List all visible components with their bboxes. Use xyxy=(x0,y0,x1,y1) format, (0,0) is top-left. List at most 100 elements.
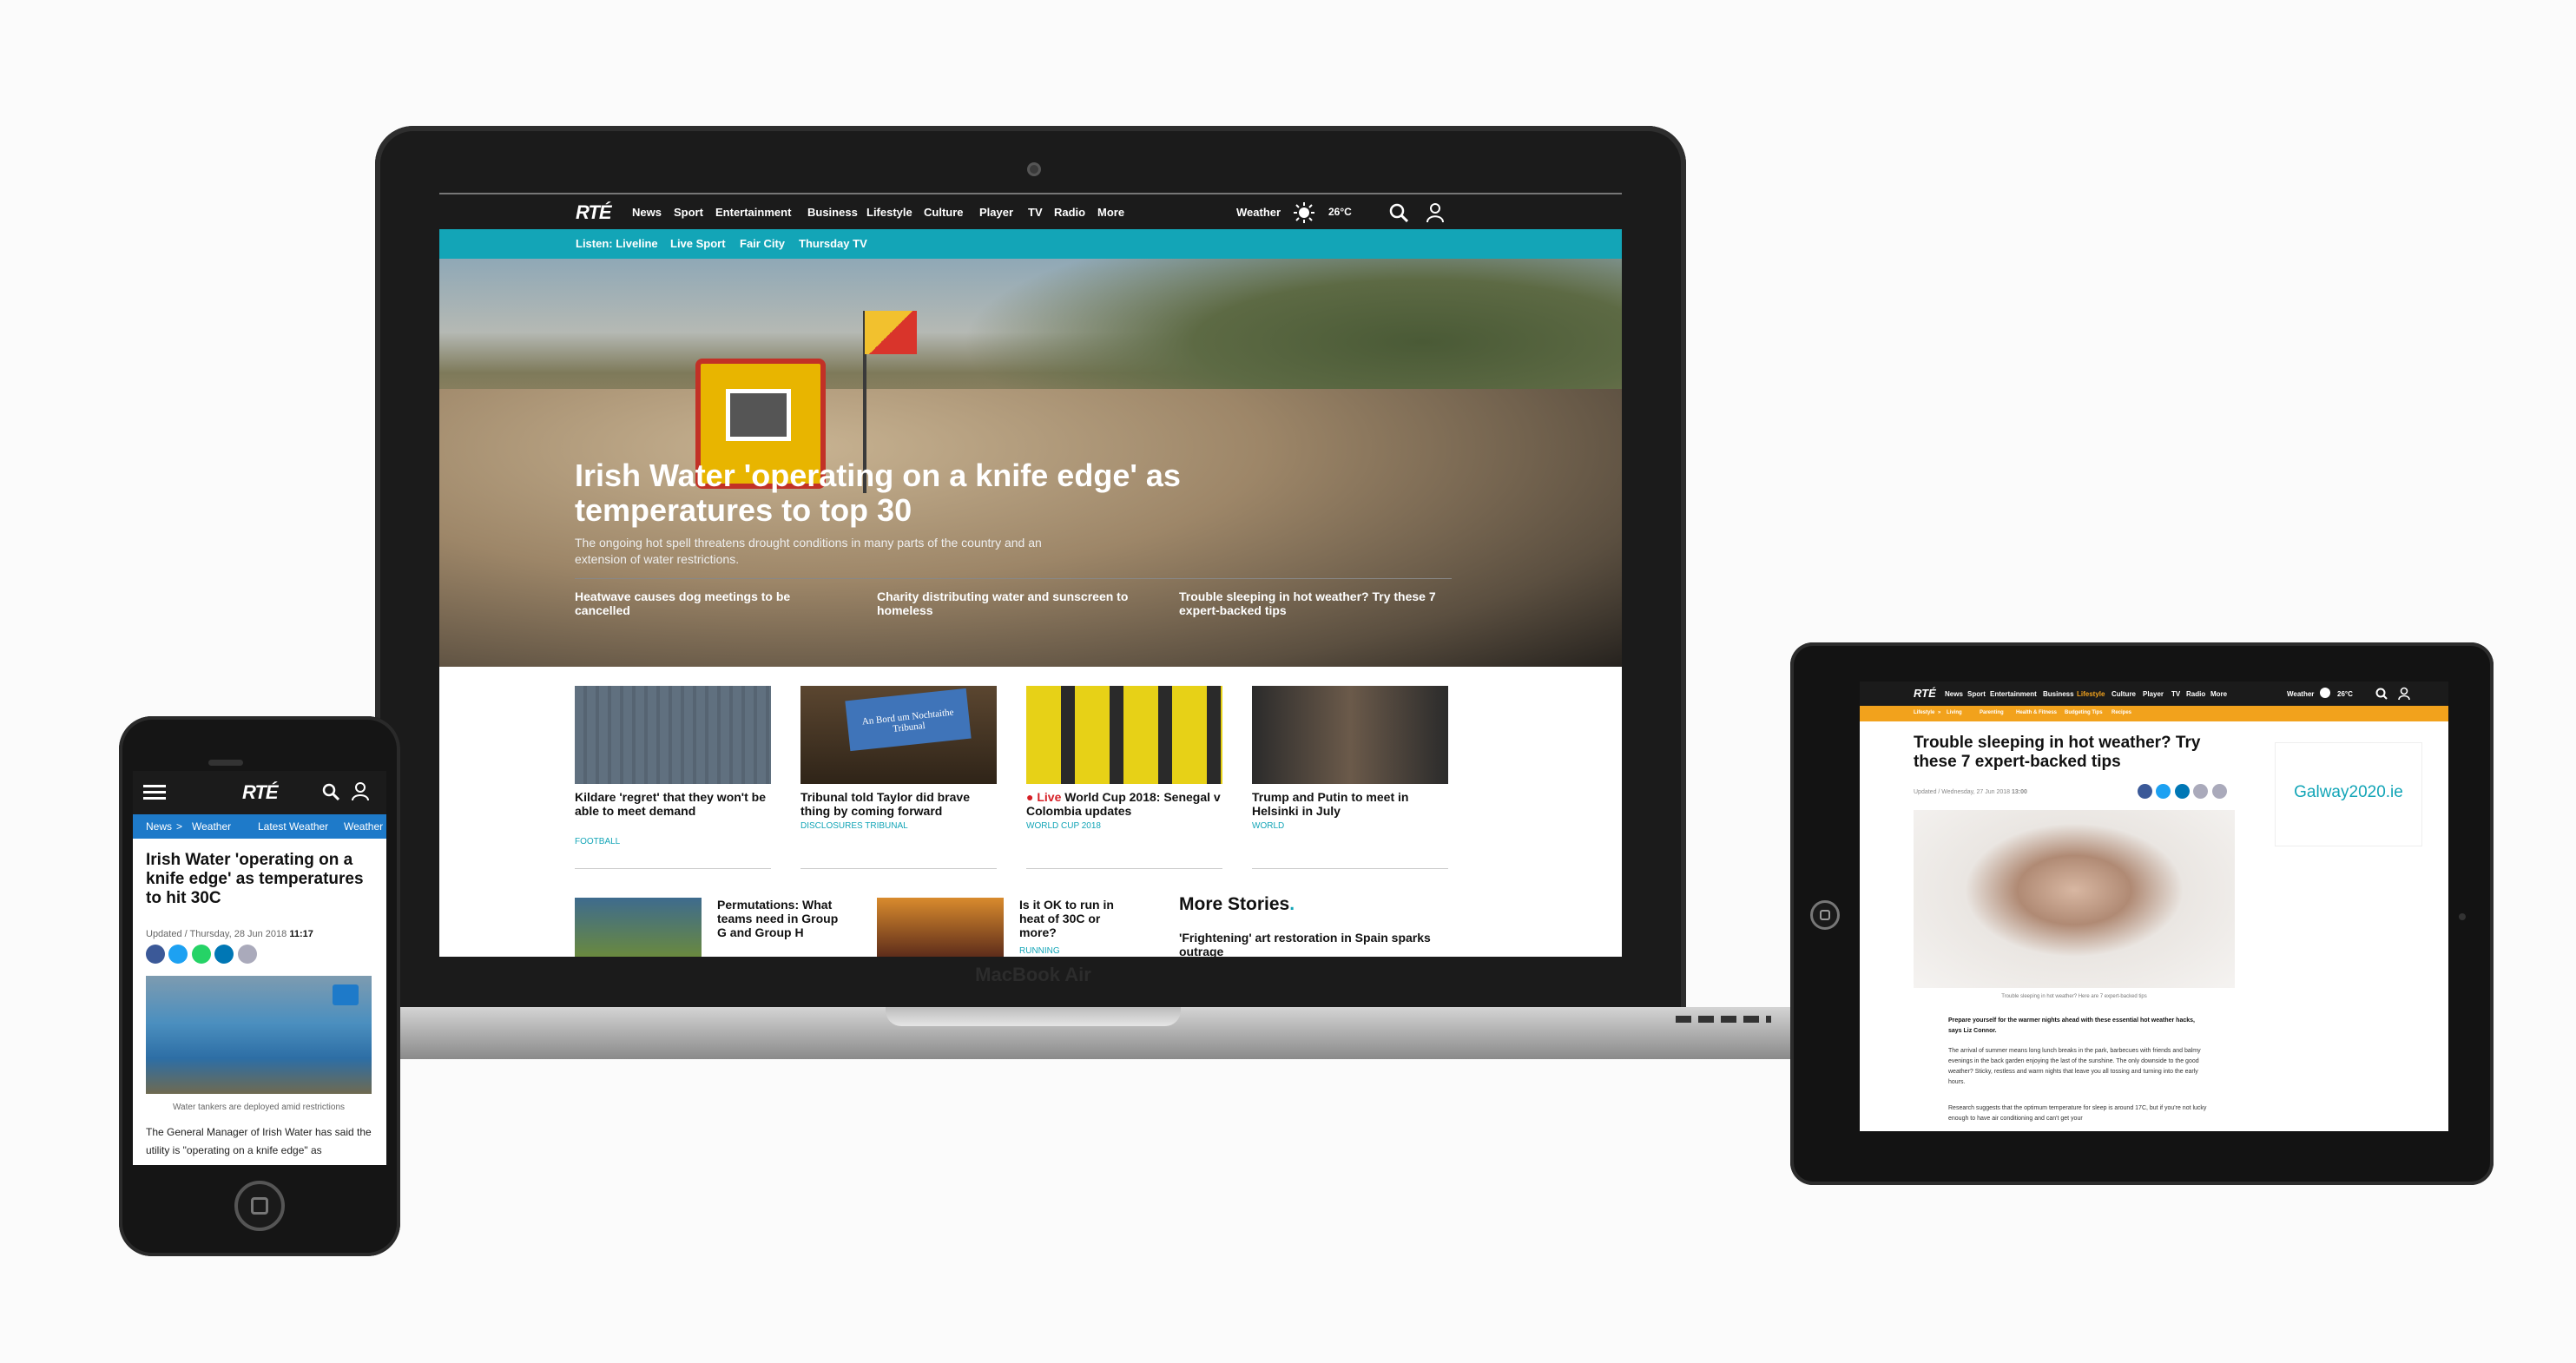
breadcrumb-weather[interactable]: Weather xyxy=(192,820,231,833)
tablet-nav-lifestyle[interactable]: Lifestyle xyxy=(2077,690,2105,698)
sub-nav-fair-city[interactable]: Fair City xyxy=(740,237,785,250)
card-tag-world[interactable]: WORLD xyxy=(1252,821,1284,831)
facebook-icon[interactable] xyxy=(2138,784,2152,799)
tablet-sub-budgeting[interactable]: Budgeting Tips xyxy=(2065,710,2103,715)
search-icon[interactable] xyxy=(1389,203,1408,222)
tablet-weather-label[interactable]: Weather xyxy=(2287,690,2314,698)
search-icon[interactable] xyxy=(322,783,339,800)
card-tag-tribunal[interactable]: DISCLOSURES TRIBUNAL xyxy=(800,821,908,831)
sub-nav-live-sport[interactable]: Live Sport xyxy=(670,237,726,250)
card-image-permutations[interactable] xyxy=(575,898,702,957)
facebook-icon[interactable] xyxy=(146,945,165,964)
breadcrumb-news[interactable]: News xyxy=(146,820,172,833)
tablet-sub-health[interactable]: Health & Fitness xyxy=(2016,710,2057,715)
card-title-tribunal[interactable]: Tribunal told Taylor did brave thing by … xyxy=(800,790,1000,818)
tablet-nav-more[interactable]: More xyxy=(2210,690,2227,698)
tablet-nav-business[interactable]: Business xyxy=(2043,690,2074,698)
menu-icon[interactable] xyxy=(143,784,166,801)
sub-nav-liveline[interactable]: Listen: Liveline xyxy=(576,237,658,250)
sub-nav-thursday-tv[interactable]: Thursday TV xyxy=(799,237,867,250)
card-image-trump-putin[interactable] xyxy=(1252,686,1448,784)
card-title-running[interactable]: Is it OK to run in heat of 30C or more? xyxy=(1019,898,1141,939)
nav-more[interactable]: More xyxy=(1097,206,1124,219)
tablet-sub-recipes[interactable]: Recipes xyxy=(2112,710,2131,715)
tablet-nav-radio[interactable]: Radio xyxy=(2186,690,2205,698)
laptop-notch xyxy=(886,1007,1181,1026)
nav-news[interactable]: News xyxy=(632,206,662,219)
hero-dune xyxy=(439,389,1622,667)
tablet-paragraph-2: Research suggests that the optimum tempe… xyxy=(1948,1105,2207,1122)
laptop-brand-label: MacBook Air xyxy=(975,964,1091,985)
tablet-sub-lifestyle[interactable]: Lifestyle xyxy=(1914,710,1934,715)
email-icon[interactable] xyxy=(2211,784,2227,799)
card-title-trump-putin[interactable]: Trump and Putin to meet in Helsinki in J… xyxy=(1252,790,1452,818)
card-tag-worldcup[interactable]: WORLD CUP 2018 xyxy=(1026,821,1101,831)
email-icon[interactable] xyxy=(237,945,257,964)
phone-updated-prefix: Updated / Thursday, 28 Jun 2018 xyxy=(146,929,287,939)
nav-business[interactable]: Business xyxy=(807,206,858,219)
phone-header: RTÉ xyxy=(133,771,386,814)
nav-lifestyle[interactable]: Lifestyle xyxy=(866,206,912,219)
user-icon[interactable] xyxy=(2398,687,2410,701)
card-title-kildare[interactable]: Kildare 'regret' that they won't be able… xyxy=(575,790,774,818)
rte-logo[interactable]: RTÉ xyxy=(576,201,612,224)
tablet-article-image[interactable] xyxy=(1914,810,2235,988)
twitter-icon[interactable] xyxy=(2156,784,2171,799)
card-tag-football[interactable]: FOOTBALL xyxy=(575,837,620,846)
nav-sport[interactable]: Sport xyxy=(674,206,703,219)
hero-headline[interactable]: Irish Water 'operating on a knife edge' … xyxy=(575,458,1183,528)
hero-link-sleeping[interactable]: Trouble sleeping in hot weather? Try the… xyxy=(1179,589,1457,617)
tablet-weather-temp: 26°C xyxy=(2337,690,2353,698)
more-stories-label: More Stories xyxy=(1179,894,1290,914)
tablet-nav-player[interactable]: Player xyxy=(2143,690,2164,698)
nav-radio[interactable]: Radio xyxy=(1054,206,1085,219)
hero-banner[interactable]: Irish Water 'operating on a knife edge' … xyxy=(439,259,1622,667)
live-badge: ● Live xyxy=(1026,790,1062,804)
card-tag-running[interactable]: RUNNING xyxy=(1019,946,1060,956)
whatsapp-icon[interactable] xyxy=(191,945,211,964)
search-icon[interactable] xyxy=(2375,688,2388,700)
tablet-updated-prefix: Updated / Wednesday, 27 Jun 2018 xyxy=(1914,789,2011,795)
twitter-icon[interactable] xyxy=(168,945,188,964)
hero-divider xyxy=(575,578,1452,579)
nav-tv[interactable]: TV xyxy=(1028,206,1043,219)
weather-label[interactable]: Weather xyxy=(1236,206,1281,219)
card-image-worldcup[interactable] xyxy=(1026,686,1222,784)
tablet-nav-tv[interactable]: TV xyxy=(2171,690,2180,698)
tablet-nav-entertainment[interactable]: Entertainment xyxy=(1990,690,2037,698)
tablet-sub-parenting[interactable]: Parenting xyxy=(1980,710,2004,715)
breadcrumb-latest-weather[interactable]: Latest Weather xyxy=(258,820,328,833)
card-image-running[interactable] xyxy=(877,898,1004,957)
hero-link-charity[interactable]: Charity distributing water and sunscreen… xyxy=(877,589,1155,617)
site-header: RTÉ News Sport Entertainment Business Li… xyxy=(439,193,1622,229)
email-icon[interactable] xyxy=(2193,784,2209,799)
breadcrumb-weather-2[interactable]: Weather xyxy=(344,820,383,833)
nav-entertainment[interactable]: Entertainment xyxy=(715,206,791,219)
laptop-ports xyxy=(1676,1016,1771,1023)
more-stories-heading: More Stories. xyxy=(1179,894,1295,915)
tablet-screen: RTÉ News Sport Entertainment Business Li… xyxy=(1860,682,2448,1131)
sun-icon xyxy=(2320,688,2330,698)
tablet-sub-living[interactable]: Living xyxy=(1947,710,1962,715)
hero-link-dog-meetings[interactable]: Heatwave causes dog meetings to be cance… xyxy=(575,589,835,617)
linkedin-icon[interactable] xyxy=(214,945,234,964)
nav-culture[interactable]: Culture xyxy=(924,206,964,219)
tablet-rte-logo[interactable]: RTÉ xyxy=(1914,687,1936,700)
more-stories-dot: . xyxy=(1289,894,1295,914)
card-title-worldcup[interactable]: ● Live World Cup 2018: Senegal v Colombi… xyxy=(1026,790,1226,818)
phone-rte-logo[interactable]: RTÉ xyxy=(242,781,279,804)
tablet-image-caption: Trouble sleeping in hot weather? Here ar… xyxy=(2001,994,2147,999)
linkedin-icon[interactable] xyxy=(2174,784,2190,799)
card-title-permutations[interactable]: Permutations: What teams need in Group G… xyxy=(717,898,847,939)
nav-player[interactable]: Player xyxy=(979,206,1013,219)
gallery-icon[interactable] xyxy=(333,984,359,1005)
tablet-nav-culture[interactable]: Culture xyxy=(2112,690,2136,698)
more-stories-first[interactable]: 'Frightening' art restoration in Spain s… xyxy=(1179,931,1440,957)
tablet-nav-news[interactable]: News xyxy=(1945,690,1963,698)
card-image-kildare[interactable] xyxy=(575,686,771,784)
tablet-article-title: Trouble sleeping in hot weather? Try the… xyxy=(1914,734,2201,771)
user-icon[interactable] xyxy=(352,782,369,801)
tablet-nav-sport[interactable]: Sport xyxy=(1967,690,1986,698)
galway-ad[interactable]: Galway2020.ie xyxy=(2275,742,2422,846)
user-icon[interactable] xyxy=(1426,202,1445,223)
